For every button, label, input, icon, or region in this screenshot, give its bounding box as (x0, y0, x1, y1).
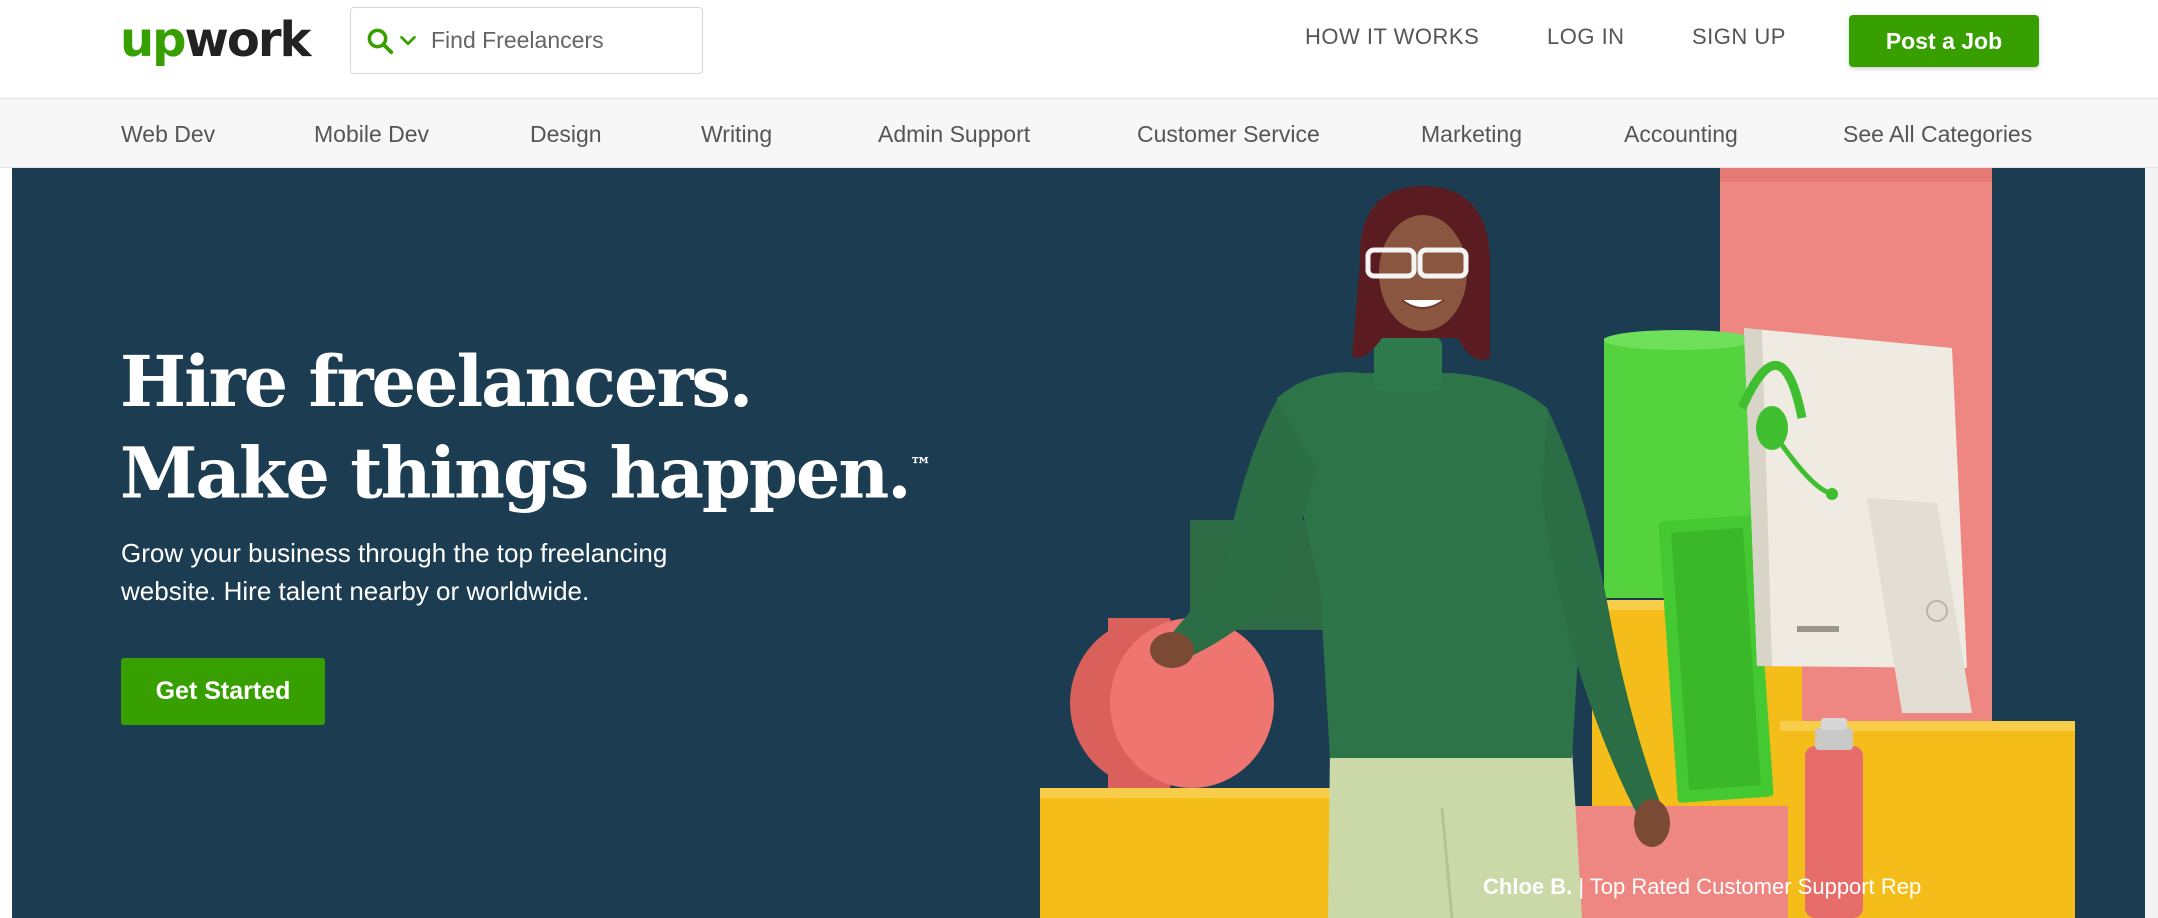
trademark-symbol: ™ (909, 453, 932, 479)
hero-subtext: Grow your business through the top freel… (121, 538, 668, 606)
category-marketing[interactable]: Marketing (1421, 121, 1522, 148)
desktop-monitor (1744, 328, 1972, 713)
category-accounting[interactable]: Accounting (1624, 121, 1738, 148)
nav-how-it-works[interactable]: HOW IT WORKS (1305, 24, 1479, 56)
headline-line-2: Make things happen.™ (120, 424, 932, 515)
site-header: upwork HOW IT WORKS LOG IN SIGN UP Post … (0, 0, 2158, 98)
category-design[interactable]: Design (530, 121, 602, 148)
hero-banner: Hire freelancers. Make things happen.™ G… (12, 168, 2145, 918)
category-writing[interactable]: Writing (701, 121, 772, 148)
logo-part-up: up (120, 12, 187, 68)
category-web-dev[interactable]: Web Dev (121, 121, 215, 148)
search-box (350, 7, 703, 74)
chevron-down-icon[interactable] (397, 30, 419, 52)
yellow-block-left (1040, 788, 1350, 918)
nav-sign-up[interactable]: SIGN UP (1692, 24, 1786, 56)
caption-role: Top Rated Customer Support Rep (1589, 874, 1922, 899)
caption-separator: | (1578, 874, 1585, 899)
caption-name: Chloe B. (1483, 874, 1573, 899)
category-admin-support[interactable]: Admin Support (878, 121, 1030, 148)
headline-line-2-text: Make things happen. (120, 431, 912, 515)
nav-log-in[interactable]: LOG IN (1547, 24, 1625, 56)
page-gutter (2145, 168, 2158, 918)
category-customer-service[interactable]: Customer Service (1137, 121, 1320, 148)
hero-caption: Chloe B. | Top Rated Customer Support Re… (1483, 874, 1921, 900)
get-started-button[interactable]: Get Started (121, 658, 325, 725)
logo-part-work: work (184, 12, 312, 68)
upwork-logo[interactable]: up work (120, 10, 312, 70)
category-see-all[interactable]: See All Categories (1843, 121, 2032, 148)
category-mobile-dev[interactable]: Mobile Dev (314, 121, 429, 148)
search-input[interactable] (431, 27, 691, 54)
category-bar: Web Dev Mobile Dev Design Writing Admin … (0, 98, 2158, 168)
search-icon[interactable] (365, 26, 395, 56)
headline-line-1: Hire freelancers. (120, 340, 753, 423)
post-a-job-button[interactable]: Post a Job (1849, 15, 2039, 67)
hero-headline: Hire freelancers. Make things happen.™ (120, 340, 932, 515)
